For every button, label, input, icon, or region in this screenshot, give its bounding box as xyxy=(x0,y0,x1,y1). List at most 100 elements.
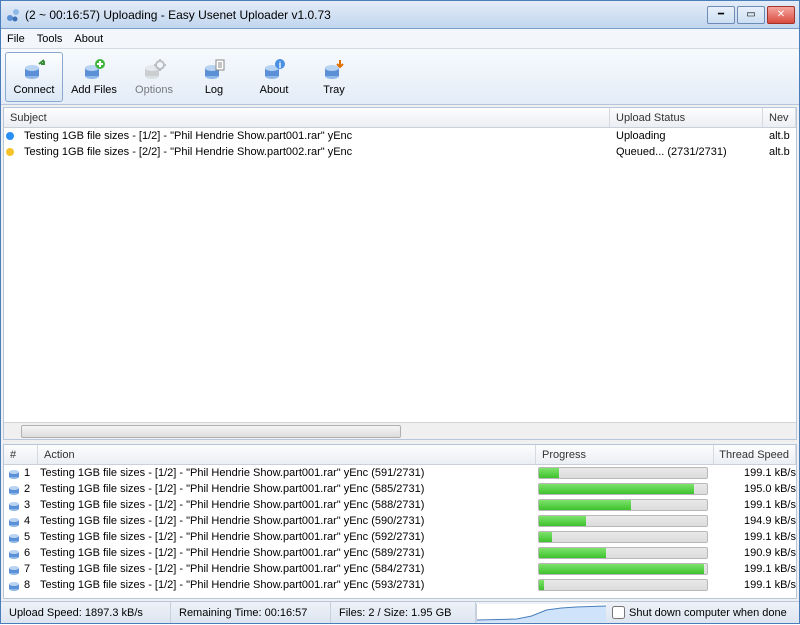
thread-row[interactable]: 5Testing 1GB file sizes - [1/2] - "Phil … xyxy=(4,529,796,545)
thread-row[interactable]: 1Testing 1GB file sizes - [1/2] - "Phil … xyxy=(4,465,796,481)
app-icon xyxy=(5,7,21,23)
cell-subject: Testing 1GB file sizes - [1/2] - "Phil H… xyxy=(18,130,610,142)
thread-icon xyxy=(7,498,21,512)
tray-icon xyxy=(322,58,346,82)
app-window: (2 ~ 00:16:57) Uploading - Easy Usenet U… xyxy=(0,0,800,624)
cell-num: 2 xyxy=(24,483,40,495)
cell-action: Testing 1GB file sizes - [1/2] - "Phil H… xyxy=(40,531,538,543)
thread-icon xyxy=(7,578,21,592)
thread-row[interactable]: 3Testing 1GB file sizes - [1/2] - "Phil … xyxy=(4,497,796,513)
connect-button[interactable]: Connect xyxy=(5,52,63,102)
cell-speed: 195.0 kB/s xyxy=(716,483,796,495)
h-scrollbar[interactable] xyxy=(4,422,796,439)
cell-action: Testing 1GB file sizes - [1/2] - "Phil H… xyxy=(40,547,538,559)
connect-label: Connect xyxy=(14,84,55,96)
window-title: (2 ~ 00:16:57) Uploading - Easy Usenet U… xyxy=(25,8,707,22)
log-icon xyxy=(202,58,226,82)
log-label: Log xyxy=(205,84,223,96)
status-dot-icon xyxy=(6,132,14,140)
cell-speed: 199.1 kB/s xyxy=(716,563,796,575)
cell-num: 1 xyxy=(24,467,40,479)
options-label: Options xyxy=(135,84,173,96)
options-button: Options xyxy=(125,52,183,102)
shutdown-option[interactable]: Shut down computer when done xyxy=(606,606,793,619)
cell-speed: 194.9 kB/s xyxy=(716,515,796,527)
cell-progress xyxy=(538,515,716,527)
cell-progress xyxy=(538,467,716,479)
titlebar[interactable]: (2 ~ 00:16:57) Uploading - Easy Usenet U… xyxy=(1,1,799,29)
menu-file[interactable]: File xyxy=(7,33,25,45)
cell-progress xyxy=(538,563,716,575)
thread-row[interactable]: 8Testing 1GB file sizes - [1/2] - "Phil … xyxy=(4,577,796,593)
addfiles-button[interactable]: Add Files xyxy=(65,52,123,102)
cell-num: 5 xyxy=(24,531,40,543)
file-row[interactable]: Testing 1GB file sizes - [1/2] - "Phil H… xyxy=(4,128,796,144)
maximize-button[interactable]: ▭ xyxy=(737,6,765,24)
about-icon: i xyxy=(262,58,286,82)
col-num[interactable]: # xyxy=(4,445,38,464)
tray-button[interactable]: Tray xyxy=(305,52,363,102)
shutdown-checkbox[interactable] xyxy=(612,606,625,619)
cell-progress xyxy=(538,579,716,591)
options-icon xyxy=(142,58,166,82)
cell-action: Testing 1GB file sizes - [1/2] - "Phil H… xyxy=(40,579,538,591)
addfiles-icon xyxy=(82,58,106,82)
minimize-button[interactable]: ━ xyxy=(707,6,735,24)
files-header: Subject Upload Status Nev xyxy=(4,108,796,128)
threads-header: # Action Progress Thread Speed xyxy=(4,445,796,465)
scroll-thumb[interactable] xyxy=(21,425,401,438)
cell-subject: Testing 1GB file sizes - [2/2] - "Phil H… xyxy=(18,146,610,158)
addfiles-label: Add Files xyxy=(71,84,117,96)
col-speed[interactable]: Thread Speed xyxy=(714,445,796,464)
cell-status: Queued... (2731/2731) xyxy=(610,146,763,158)
shutdown-label: Shut down computer when done xyxy=(629,607,787,619)
speed-graph xyxy=(476,604,606,622)
status-speed: Upload Speed: 1897.3 kB/s xyxy=(1,602,171,623)
cell-num: 6 xyxy=(24,547,40,559)
file-row[interactable]: Testing 1GB file sizes - [2/2] - "Phil H… xyxy=(4,144,796,160)
col-subject[interactable]: Subject xyxy=(4,108,610,127)
thread-icon xyxy=(7,562,21,576)
cell-status: Uploading xyxy=(610,130,763,142)
col-status[interactable]: Upload Status xyxy=(610,108,763,127)
cell-speed: 199.1 kB/s xyxy=(716,579,796,591)
menubar: File Tools About xyxy=(1,29,799,49)
cell-action: Testing 1GB file sizes - [1/2] - "Phil H… xyxy=(40,483,538,495)
cell-progress xyxy=(538,547,716,559)
cell-speed: 199.1 kB/s xyxy=(716,467,796,479)
cell-num: 7 xyxy=(24,563,40,575)
cell-num: 3 xyxy=(24,499,40,511)
toolbar: Connect Add Files Options Log i About Tr… xyxy=(1,49,799,105)
about-label: About xyxy=(260,84,289,96)
cell-progress xyxy=(538,531,716,543)
cell-news: alt.b xyxy=(763,146,796,158)
status-remaining: Remaining Time: 00:16:57 xyxy=(171,602,331,623)
files-pane: Subject Upload Status Nev Testing 1GB fi… xyxy=(3,107,797,440)
thread-row[interactable]: 2Testing 1GB file sizes - [1/2] - "Phil … xyxy=(4,481,796,497)
thread-icon xyxy=(7,466,21,480)
cell-speed: 199.1 kB/s xyxy=(716,531,796,543)
cell-num: 8 xyxy=(24,579,40,591)
cell-action: Testing 1GB file sizes - [1/2] - "Phil H… xyxy=(40,563,538,575)
col-action[interactable]: Action xyxy=(38,445,536,464)
menu-tools[interactable]: Tools xyxy=(37,33,63,45)
col-progress[interactable]: Progress xyxy=(536,445,714,464)
thread-icon xyxy=(7,530,21,544)
col-news[interactable]: Nev xyxy=(763,108,796,127)
about-button[interactable]: i About xyxy=(245,52,303,102)
menu-about[interactable]: About xyxy=(74,33,103,45)
thread-row[interactable]: 7Testing 1GB file sizes - [1/2] - "Phil … xyxy=(4,561,796,577)
tray-label: Tray xyxy=(323,84,345,96)
thread-icon xyxy=(7,514,21,528)
status-dot-icon xyxy=(6,148,14,156)
status-files: Files: 2 / Size: 1.95 GB xyxy=(331,602,476,623)
cell-action: Testing 1GB file sizes - [1/2] - "Phil H… xyxy=(40,515,538,527)
cell-news: alt.b xyxy=(763,130,796,142)
connect-icon xyxy=(22,58,46,82)
window-buttons: ━ ▭ ✕ xyxy=(707,6,795,24)
cell-num: 4 xyxy=(24,515,40,527)
log-button[interactable]: Log xyxy=(185,52,243,102)
thread-row[interactable]: 6Testing 1GB file sizes - [1/2] - "Phil … xyxy=(4,545,796,561)
thread-row[interactable]: 4Testing 1GB file sizes - [1/2] - "Phil … xyxy=(4,513,796,529)
close-button[interactable]: ✕ xyxy=(767,6,795,24)
